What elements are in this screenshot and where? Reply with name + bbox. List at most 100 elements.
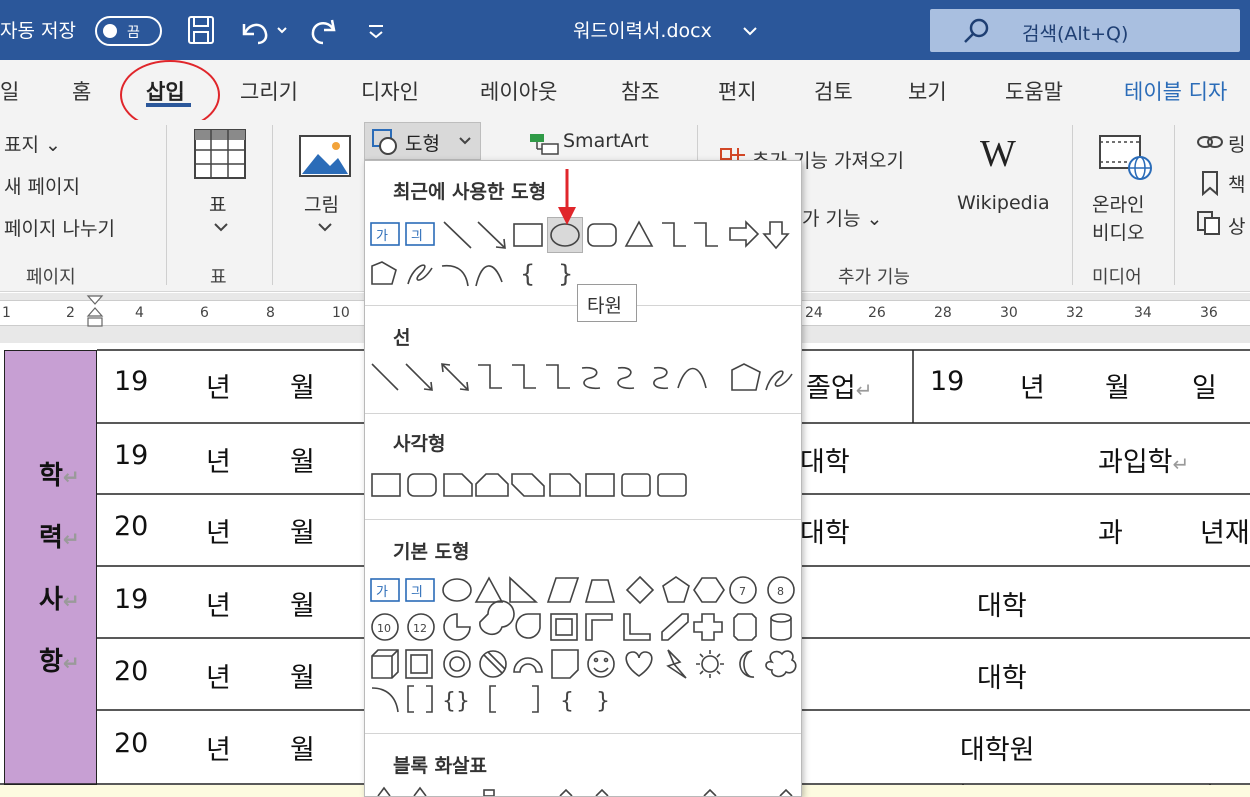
online-video-button-line2[interactable]: 비디오: [1092, 218, 1144, 245]
row-school[interactable]: 대학: [977, 656, 1027, 695]
smartart-icon: [530, 134, 559, 155]
curve-shape-icon: [677, 367, 707, 389]
cover-page-button[interactable]: 표지 ⌄: [4, 130, 61, 157]
svg-text:7: 7: [739, 585, 746, 598]
triangle-shape-icon: [624, 220, 654, 247]
row-year[interactable]: 20: [114, 511, 148, 542]
ruler-number: 36: [1200, 305, 1218, 321]
snip-diagonal-rectangle-shape-icon: [511, 473, 545, 497]
row-year[interactable]: 20: [114, 728, 148, 759]
blank-page-button[interactable]: 새 페이지: [4, 172, 80, 199]
row-year-unit: 년: [206, 518, 231, 549]
chevron-down-icon[interactable]: [316, 220, 334, 234]
row-month-unit: 월: [290, 735, 315, 766]
link-button[interactable]: 링: [1228, 130, 1245, 157]
row-year[interactable]: 19: [114, 584, 148, 615]
svg-text:긔: 긔: [411, 585, 423, 600]
smartart-button[interactable]: SmartArt: [563, 130, 649, 152]
tab-review[interactable]: 검토: [814, 76, 853, 106]
down-arrow-shape-icon: [762, 221, 790, 250]
recent-shapes-grid[interactable]: 가 긔 { }: [368, 218, 800, 290]
basic-shapes-grid[interactable]: 가 긔 7 8 10 12 {} {}: [368, 574, 800, 722]
crossref-icon: [1197, 211, 1220, 235]
autosave-label: 자동 저장: [0, 20, 76, 42]
bookmark-button[interactable]: 책: [1228, 170, 1245, 197]
row-year-unit: 년: [206, 447, 231, 478]
row-year-unit: 년: [206, 663, 231, 694]
chevron-down-icon[interactable]: [740, 14, 760, 46]
tab-layout[interactable]: 레이아웃: [480, 76, 557, 106]
picture-button[interactable]: 그림: [304, 190, 339, 217]
document-title[interactable]: 워드이력서.docx: [573, 16, 712, 43]
ruler-number: 34: [1134, 305, 1152, 321]
redo-icon[interactable]: [308, 14, 338, 46]
row-enrollment[interactable]: 년재: [1200, 511, 1250, 550]
save-icon[interactable]: [186, 14, 216, 46]
search-icon: [964, 18, 989, 43]
row-school[interactable]: 대학: [800, 440, 850, 479]
row-month-unit: 월: [290, 518, 315, 549]
search-input[interactable]: 검색(Alt+Q): [930, 9, 1240, 52]
table-button[interactable]: 표: [209, 190, 226, 217]
search-placeholder: 검색(Alt+Q): [1022, 23, 1129, 45]
tab-table-design[interactable]: 테이블 디자: [1124, 76, 1227, 106]
row-date-day-unit: 일: [1192, 373, 1217, 404]
tab-design[interactable]: 디자인: [361, 76, 419, 106]
ruler-number: 28: [934, 305, 952, 321]
tab-home[interactable]: 홈: [72, 76, 91, 106]
wikipedia-button[interactable]: Wikipedia: [957, 192, 1050, 214]
ellipse-shape-icon: [550, 223, 580, 247]
snip-corner-rectangle-shape-icon: [443, 473, 473, 497]
picture-icon: [299, 135, 351, 177]
row-dept[interactable]: 과입학↵: [1098, 440, 1189, 479]
shapes-button-label: 도형: [405, 133, 440, 155]
block-arrows-grid[interactable]: [368, 780, 800, 796]
row-status[interactable]: 졸업↵: [806, 366, 872, 405]
customize-qat-icon[interactable]: [364, 14, 388, 46]
shapes-button[interactable]: 도형: [364, 122, 481, 160]
row-school[interactable]: 대학: [977, 584, 1027, 623]
lines-shapes-grid[interactable]: [368, 360, 800, 396]
elbow-connector-shape-icon: [478, 364, 502, 389]
row-year-unit: 년: [206, 591, 231, 622]
tab-help[interactable]: 도움말: [1005, 76, 1063, 106]
scribble-shape-icon: [765, 370, 793, 391]
row-year[interactable]: 19: [114, 366, 148, 397]
row-school[interactable]: 대학원: [960, 728, 1035, 767]
ruler-number: 32: [1066, 305, 1084, 321]
toggle-knob: [103, 24, 117, 38]
my-addins-button[interactable]: 가 기능 ⌄: [802, 204, 882, 231]
round-same-side-rectangle-shape-icon: [621, 473, 651, 497]
indent-marker-icon[interactable]: [86, 294, 104, 342]
ruler-number: 30: [1000, 305, 1018, 321]
online-video-button-line1[interactable]: 온라인: [1092, 190, 1144, 217]
tab-file[interactable]: 일: [0, 76, 19, 106]
chevron-down-icon[interactable]: [212, 220, 230, 234]
page-break-button[interactable]: 페이지 나누기: [4, 214, 115, 241]
crossref-button[interactable]: 상: [1228, 212, 1245, 239]
rectangle-shapes-grid[interactable]: [368, 470, 800, 500]
svg-text:}: }: [558, 260, 573, 288]
tab-references[interactable]: 참조: [621, 76, 660, 106]
row-year[interactable]: 19: [114, 440, 148, 471]
elbow-arrow-connector-shape-icon: [512, 364, 536, 389]
section-block-arrows: 블록 화살표: [393, 755, 488, 777]
svg-text:}: }: [596, 689, 610, 714]
tab-draw[interactable]: 그리기: [240, 76, 298, 106]
section-basic-shapes: 기본 도형: [393, 541, 470, 563]
tab-view[interactable]: 보기: [908, 76, 947, 106]
svg-text:10: 10: [377, 622, 391, 635]
tab-mailings[interactable]: 편지: [718, 76, 757, 106]
section-rectangles: 사각형: [393, 433, 446, 455]
group-divider: [1072, 125, 1073, 285]
row-date-year[interactable]: 19: [930, 366, 964, 397]
autosave-toggle[interactable]: 끔: [95, 16, 162, 46]
undo-icon[interactable]: [238, 14, 290, 46]
ruler-number: 10: [332, 305, 350, 321]
row-dept[interactable]: 과: [1098, 511, 1123, 550]
row-year[interactable]: 20: [114, 656, 148, 687]
row-school[interactable]: 대학: [800, 511, 850, 550]
group-divider: [272, 125, 273, 285]
autosave-state: 끔: [127, 25, 140, 41]
ruler-number: 2: [66, 305, 75, 321]
